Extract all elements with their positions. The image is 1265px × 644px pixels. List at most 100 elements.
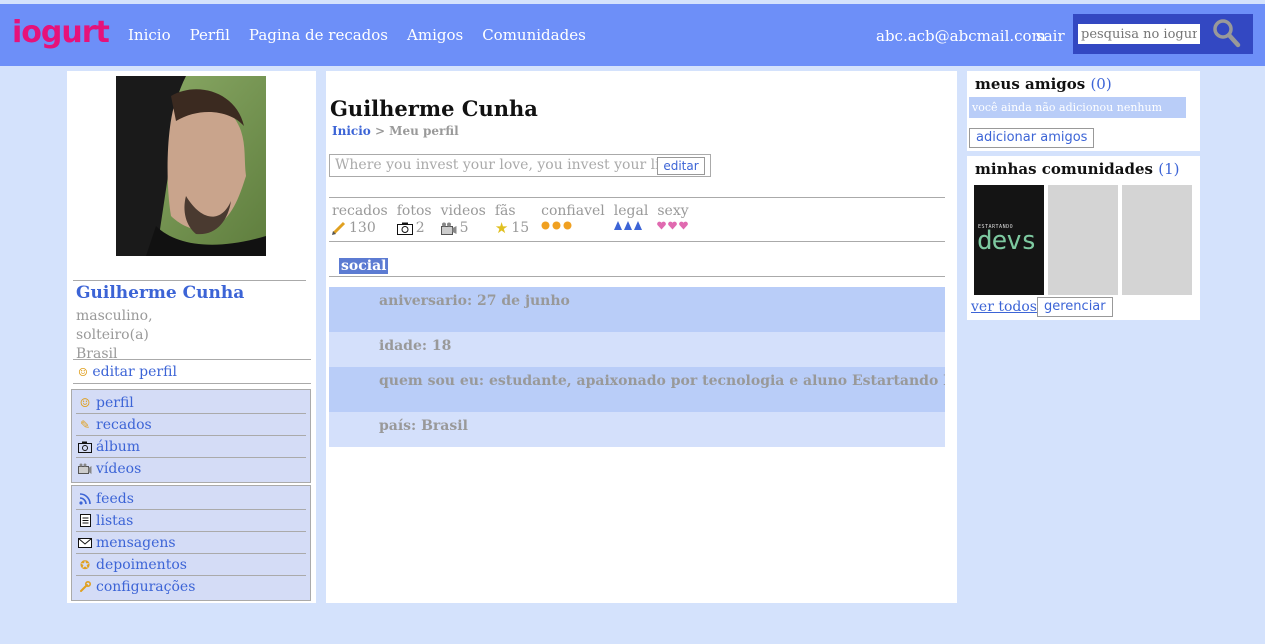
community-big-label: devs xyxy=(977,226,1037,256)
search-input[interactable] xyxy=(1078,24,1200,44)
iogurt-logo[interactable]: iogurt xyxy=(12,18,110,48)
menu-item-label: álbum xyxy=(96,438,141,455)
video-camera-icon xyxy=(440,222,457,235)
page-title: Guilherme Cunha xyxy=(330,96,538,121)
rating-legal[interactable]: legal xyxy=(613,203,649,237)
community-thumbnail[interactable]: ESTARTANDO devs xyxy=(974,185,1044,295)
menu-item-album[interactable]: álbum xyxy=(76,436,306,458)
menu-item-label: perfil xyxy=(96,394,134,411)
stat-label: recados xyxy=(332,203,388,219)
profile-icon: ☺ xyxy=(78,366,88,379)
smiley-icon xyxy=(541,221,605,230)
profile-quote: Where you invest your love, you invest y… xyxy=(329,154,711,177)
menu-item-videos[interactable]: vídeos xyxy=(76,458,306,480)
divider xyxy=(329,197,945,198)
menu-item-label: mensagens xyxy=(96,534,176,551)
menu-item-perfil[interactable]: ☺ perfil xyxy=(76,392,306,414)
edit-quote-button[interactable]: editar xyxy=(657,157,705,175)
camera-icon xyxy=(396,222,413,235)
nav-inicio[interactable]: Inicio xyxy=(128,26,171,44)
user-email: abc.acb@abcmail.com xyxy=(876,27,1046,45)
communities-title-label: minhas comunidades xyxy=(975,160,1153,178)
menu-item-label: recados xyxy=(96,416,152,433)
envelope-icon xyxy=(76,535,94,551)
profile-status: solteiro(a) xyxy=(76,327,149,343)
no-friends-message: você ainda não adicionou nenhum amigo xyxy=(969,97,1186,135)
stat-videos[interactable]: videos 5 xyxy=(440,203,486,237)
breadcrumb: Inicio > Meu perfil xyxy=(332,124,459,138)
pencil-icon: ✎ xyxy=(79,417,91,432)
stat-value: 130 xyxy=(349,220,376,236)
breadcrumb-home[interactable]: Inicio xyxy=(332,124,371,138)
friends-count: (0) xyxy=(1090,75,1112,93)
menu-item-label: feeds xyxy=(96,490,134,507)
profile-photo xyxy=(116,76,266,256)
detail-country: país: Brasil xyxy=(329,412,945,447)
utility-menu: feeds listas mensagens ✪ depoimentos con… xyxy=(71,485,311,601)
star-icon: ★ xyxy=(494,219,509,237)
see-all-link[interactable]: ver todos xyxy=(971,299,1037,315)
menu-item-label: configurações xyxy=(96,579,196,595)
rating-label: sexy xyxy=(657,203,689,219)
stat-fotos[interactable]: fotos 2 xyxy=(396,203,432,237)
menu-item-listas[interactable]: listas xyxy=(76,510,306,532)
stat-value: 2 xyxy=(415,220,425,236)
community-placeholder xyxy=(1122,185,1192,295)
logout-link[interactable]: sair xyxy=(1036,27,1065,45)
ice-cube-icon xyxy=(613,221,649,230)
manage-button[interactable]: gerenciar xyxy=(1037,297,1113,317)
menu-item-label: depoimentos xyxy=(96,556,187,573)
stat-value: 5 xyxy=(459,220,469,236)
stat-label: videos xyxy=(440,203,486,219)
left-sidebar: Guilherme Cunha masculino, solteiro(a) B… xyxy=(67,71,316,603)
top-bar: iogurt Inicio Perfil Pagina de recados A… xyxy=(0,4,1265,66)
stat-fas[interactable]: fãs ★ 15 xyxy=(495,203,529,237)
nav-perfil[interactable]: Perfil xyxy=(190,26,230,44)
profile-info: masculino, solteiro(a) Brasil xyxy=(76,307,153,364)
detail-about: quem sou eu: estudante, apaixonado por t… xyxy=(329,367,945,412)
communities-title: minhas comunidades (1) xyxy=(975,160,1179,178)
edit-profile-link[interactable]: ☺ editar perfil xyxy=(78,364,177,380)
divider xyxy=(329,276,945,277)
heart-icon xyxy=(657,221,689,230)
menu-item-mensagens[interactable]: mensagens xyxy=(76,532,306,554)
nav-recados[interactable]: Pagina de recados xyxy=(249,26,388,44)
nav-comunidades[interactable]: Comunidades xyxy=(482,26,586,44)
friends-box: meus amigos (0) você ainda não adicionou… xyxy=(967,71,1200,151)
rating-label: confiavel xyxy=(541,203,605,219)
stat-recados[interactable]: recados 130 xyxy=(332,203,388,237)
rating-confiavel[interactable]: confiavel xyxy=(541,203,605,237)
menu-item-feeds[interactable]: feeds xyxy=(76,488,306,510)
stat-label: fãs xyxy=(494,203,516,219)
camera-icon xyxy=(76,439,94,455)
search-icon[interactable] xyxy=(1211,18,1241,48)
document-icon xyxy=(76,513,94,529)
profile-name[interactable]: Guilherme Cunha xyxy=(76,283,244,303)
profile-menu: ☺ perfil ✎ recados álbum vídeos xyxy=(71,389,311,483)
detail-age: idade: 18 xyxy=(329,332,945,367)
friends-title: meus amigos (0) xyxy=(975,75,1112,93)
profile-gender: masculino, xyxy=(76,308,153,324)
edit-profile-label: editar perfil xyxy=(92,364,177,380)
menu-item-recados[interactable]: ✎ recados xyxy=(76,414,306,436)
rss-icon xyxy=(76,491,94,507)
detail-birthday: aniversario: 27 de junho xyxy=(329,287,945,332)
nav-amigos[interactable]: Amigos xyxy=(407,26,463,44)
tab-social[interactable]: social xyxy=(339,258,389,274)
quote-text: Where you invest your love, you invest y… xyxy=(335,157,678,173)
communities-count: (1) xyxy=(1158,160,1180,178)
divider xyxy=(329,241,945,242)
video-camera-icon xyxy=(76,461,94,477)
add-friends-button[interactable]: adicionar amigos xyxy=(969,128,1095,148)
menu-item-configuracoes[interactable]: configurações xyxy=(76,576,306,598)
divider xyxy=(73,280,306,281)
stat-label: fotos xyxy=(396,203,432,219)
menu-item-label: listas xyxy=(96,512,134,529)
rating-sexy[interactable]: sexy xyxy=(657,203,689,237)
badge-icon: ✪ xyxy=(79,557,91,572)
divider xyxy=(73,383,311,384)
friends-title-label: meus amigos xyxy=(975,75,1086,93)
menu-item-depoimentos[interactable]: ✪ depoimentos xyxy=(76,554,306,576)
search-box xyxy=(1073,14,1253,54)
community-placeholder xyxy=(1048,185,1118,295)
